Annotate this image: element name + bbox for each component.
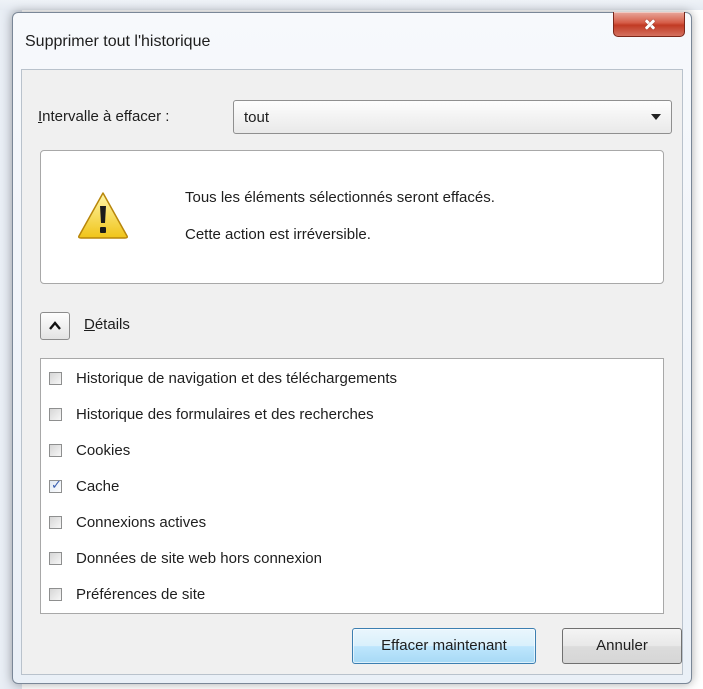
cancel-button[interactable]: Annuler xyxy=(562,628,682,664)
item-label: Cookies xyxy=(76,441,131,459)
checkmark-icon: ✓ xyxy=(51,476,62,492)
dialog-title: Supprimer tout l'historique xyxy=(25,33,211,50)
chevron-up-icon xyxy=(49,321,61,330)
items-list: Historique de navigation et des téléchar… xyxy=(40,358,664,614)
time-range-label: Intervalle à effacer : xyxy=(38,108,169,125)
item-label: Connexions actives xyxy=(76,513,207,531)
dropdown-arrow-icon xyxy=(651,114,661,120)
item-label: Historique des formulaires et des recher… xyxy=(76,405,374,423)
checkbox-cookies[interactable] xyxy=(49,443,62,457)
checkbox-browsing-history[interactable] xyxy=(49,371,62,385)
list-item-form-history[interactable]: Historique des formulaires et des recher… xyxy=(49,403,374,425)
details-label-text: étails xyxy=(94,316,130,333)
time-range-dropdown[interactable]: tout xyxy=(233,100,672,134)
checkbox-offline-data[interactable] xyxy=(49,551,62,565)
checkbox-site-preferences[interactable] xyxy=(49,587,62,601)
list-item-cookies[interactable]: Cookies xyxy=(49,439,130,461)
list-item-offline-data[interactable]: Données de site web hors connexion xyxy=(49,547,322,569)
background-window-top xyxy=(0,0,703,10)
time-range-label-text: ntervalle à effacer : xyxy=(42,108,170,125)
item-label: Cache xyxy=(76,477,120,495)
checkbox-cache[interactable]: ✓ xyxy=(49,476,62,493)
list-item-cache[interactable]: ✓ Cache xyxy=(49,475,119,497)
item-label: Préférences de site xyxy=(76,585,206,603)
item-label: Données de site web hors connexion xyxy=(76,549,322,567)
close-button[interactable] xyxy=(613,12,685,37)
details-label[interactable]: Détails xyxy=(84,316,130,333)
warning-icon xyxy=(78,192,128,239)
list-item-site-preferences[interactable]: Préférences de site xyxy=(49,583,205,605)
warning-box: Tous les éléments sélectionnés seront ef… xyxy=(40,150,664,284)
item-label: Historique de navigation et des téléchar… xyxy=(76,369,398,387)
warning-text-line1: Tous les éléments sélectionnés seront ef… xyxy=(185,189,495,206)
time-range-value: tout xyxy=(244,109,270,126)
details-label-accesskey: D xyxy=(84,316,95,333)
clear-now-button[interactable]: Effacer maintenant xyxy=(352,628,536,664)
warning-text-line2: Cette action est irréversible. xyxy=(185,226,371,243)
checkbox-form-history[interactable] xyxy=(49,407,62,421)
checkbox-active-logins[interactable] xyxy=(49,515,62,529)
list-item-active-logins[interactable]: Connexions actives xyxy=(49,511,206,533)
list-item-browsing-history[interactable]: Historique de navigation et des téléchar… xyxy=(49,367,397,389)
dialog-window: Supprimer tout l'historique Intervalle à… xyxy=(12,12,692,684)
details-toggle-button[interactable] xyxy=(40,312,70,340)
dialog-body: Intervalle à effacer : tout Tous les élé… xyxy=(21,69,683,675)
